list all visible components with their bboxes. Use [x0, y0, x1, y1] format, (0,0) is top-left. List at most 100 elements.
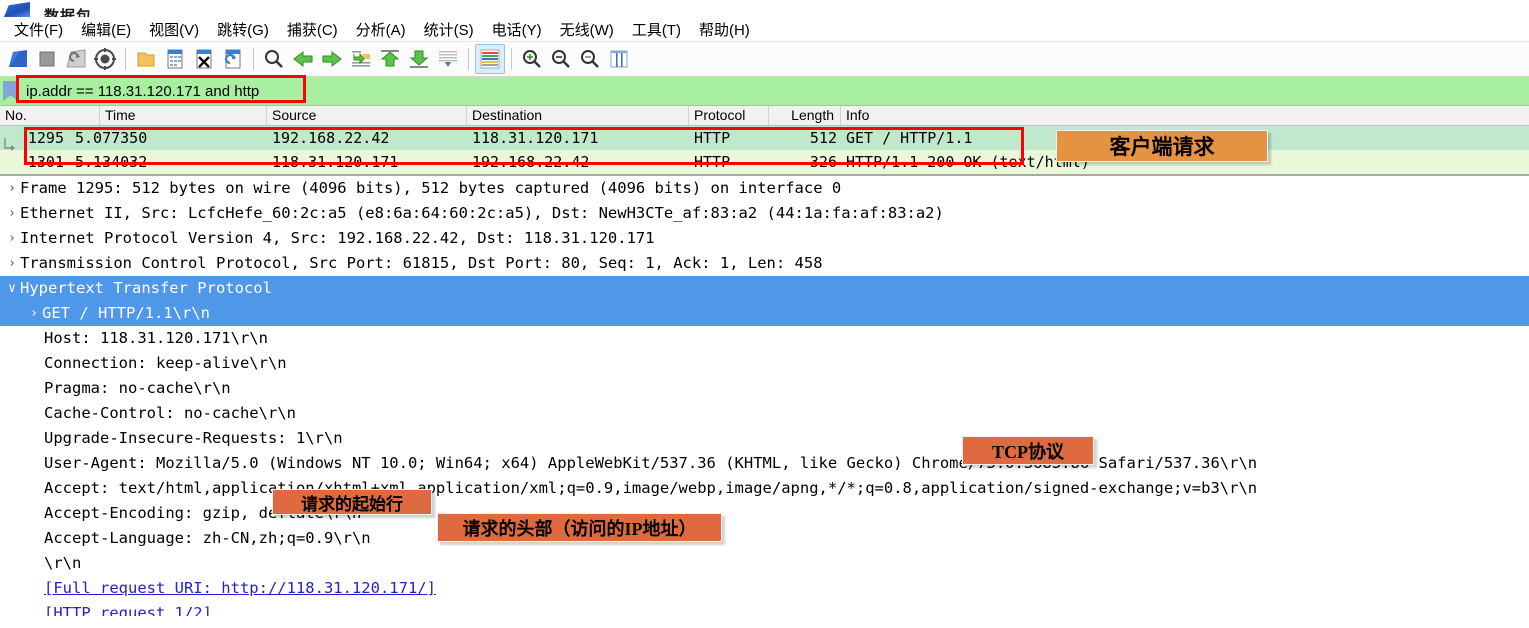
menu-item-label: 工具(T): [631, 21, 681, 39]
packet-cell-source: 192.168.22.42: [272, 129, 390, 147]
packet-cell-length: 326: [809, 153, 837, 171]
detail-tree-label: Internet Protocol Version 4, Src: 192.16…: [20, 229, 655, 247]
column-header-no[interactable]: No.: [0, 106, 100, 125]
detail-tree-row[interactable]: › Ethernet II, Src: LcfcHefe_60:2c:a5 (e8…: [0, 201, 1529, 226]
detail-tree-row[interactable]: › Internet Protocol Version 4, Src: 192.1…: [0, 226, 1529, 251]
detail-tree-label: Cache-Control: no-cache\r\n: [44, 404, 296, 422]
packet-cell-time: 5.134032: [75, 153, 148, 171]
close-file-icon[interactable]: [190, 45, 218, 73]
detail-tree-row[interactable]: [HTTP request 1/2]: [0, 601, 1529, 616]
menu-item-label: 文件(F): [14, 21, 64, 39]
zoom-out-icon[interactable]: [547, 45, 575, 73]
find-packet-icon[interactable]: [260, 45, 288, 73]
column-header-protocol[interactable]: Protocol: [689, 106, 769, 125]
packet-detail-pane[interactable]: › Frame 1295: 512 bytes on wire (4096 bit…: [0, 174, 1529, 616]
menu-item-label: 电话(Y): [491, 21, 542, 39]
detail-tree-label: Connection: keep-alive\r\n: [44, 354, 287, 372]
capture-options-icon[interactable]: [91, 45, 119, 73]
detail-tree-row[interactable]: › Transmission Control Protocol, Src Port…: [0, 251, 1529, 276]
menu-item-label: 捕获(C): [286, 21, 338, 39]
toolbar-separator: [468, 48, 469, 70]
menu-item-10[interactable]: 工具(T): [623, 17, 690, 42]
menu-item-label: 帮助(H): [698, 21, 750, 39]
menu-item-7[interactable]: 统计(S): [415, 17, 483, 42]
title-bar: 数据包: [0, 0, 1529, 17]
display-filter-bar[interactable]: [0, 75, 1529, 106]
filter-bookmark-icon[interactable]: [3, 81, 18, 101]
detail-tree-row[interactable]: ∨ Hypertext Transfer Protocol: [0, 276, 1529, 301]
go-back-icon[interactable]: [289, 45, 317, 73]
column-header-source[interactable]: Source: [267, 106, 467, 125]
detail-tree-row[interactable]: Accept-Encoding: gzip, deflate\r\n: [0, 501, 1529, 526]
detail-tree-row[interactable]: Cache-Control: no-cache\r\n: [0, 401, 1529, 426]
detail-tree-row[interactable]: Accept-Language: zh-CN,zh;q=0.9\r\n: [0, 526, 1529, 551]
annotation-tcp-protocol: TCP协议: [962, 436, 1094, 465]
go-last-packet-icon[interactable]: [405, 45, 433, 73]
go-to-packet-icon[interactable]: [347, 45, 375, 73]
chevron-right-icon[interactable]: ›: [26, 301, 42, 326]
detail-tree-label: Host: 118.31.120.171\r\n: [44, 329, 268, 347]
colorize-packets-icon[interactable]: [475, 44, 505, 74]
detail-tree-row[interactable]: Host: 118.31.120.171\r\n: [0, 326, 1529, 351]
chevron-right-icon[interactable]: ›: [4, 251, 20, 276]
menu-item-label: 跳转(G): [217, 21, 269, 39]
go-first-packet-icon[interactable]: [376, 45, 404, 73]
detail-tree-label: Frame 1295: 512 bytes on wire (4096 bits…: [20, 179, 842, 197]
menu-item-label: 编辑(E): [81, 21, 132, 39]
open-file-icon[interactable]: [132, 45, 160, 73]
menu-item-label: 无线(W): [559, 21, 614, 39]
detail-tree-label: [HTTP request 1/2]: [44, 604, 212, 616]
detail-tree-row[interactable]: › GET / HTTP/1.1\r\n: [0, 301, 1529, 326]
chevron-down-icon[interactable]: ∨: [4, 276, 20, 301]
menu-item-11[interactable]: 帮助(H): [690, 17, 759, 42]
detail-tree-row[interactable]: Upgrade-Insecure-Requests: 1\r\n: [0, 426, 1529, 451]
menu-item-4[interactable]: 跳转(G): [208, 17, 278, 42]
detail-tree-row[interactable]: Pragma: no-cache\r\n: [0, 376, 1529, 401]
display-filter-input[interactable]: [18, 79, 1529, 103]
chevron-right-icon[interactable]: ›: [4, 226, 20, 251]
menu-item-6[interactable]: 分析(A): [347, 17, 415, 42]
column-header-time[interactable]: Time: [100, 106, 267, 125]
toolbar-separator: [125, 48, 126, 70]
packet-cell-destination: 118.31.120.171: [472, 129, 599, 147]
table-row[interactable]: 1295 5.077350 192.168.22.42 118.31.120.171 H…: [0, 126, 1529, 150]
table-row[interactable]: 1301 5.134032 118.31.120.171 192.168.22.42 H…: [0, 150, 1529, 174]
column-header-info[interactable]: Info: [841, 106, 1529, 125]
chevron-right-icon[interactable]: ›: [4, 176, 20, 201]
menu-item-8[interactable]: 电话(Y): [483, 17, 551, 42]
detail-tree-label: Hypertext Transfer Protocol: [20, 279, 272, 297]
detail-tree-label: Accept-Language: zh-CN,zh;q=0.9\r\n: [44, 529, 371, 547]
stop-capture-icon[interactable]: [33, 45, 61, 73]
detail-tree-row[interactable]: Connection: keep-alive\r\n: [0, 351, 1529, 376]
menu-item-5[interactable]: 捕获(C): [278, 17, 347, 42]
menu-item-label: 统计(S): [423, 21, 474, 39]
detail-tree-label: \r\n: [44, 554, 82, 572]
menu-item-3[interactable]: 视图(V): [140, 17, 208, 42]
toolbar-separator: [511, 48, 512, 70]
column-header-length[interactable]: Length: [769, 106, 841, 125]
chevron-right-icon[interactable]: ›: [4, 201, 20, 226]
reload-file-icon[interactable]: [219, 45, 247, 73]
zoom-in-icon[interactable]: [518, 45, 546, 73]
packet-list[interactable]: 1295 5.077350 192.168.22.42 118.31.120.171 H…: [0, 126, 1529, 174]
go-forward-icon[interactable]: [318, 45, 346, 73]
detail-tree-row[interactable]: Accept: text/html,application/xhtml+xml,…: [0, 476, 1529, 501]
detail-tree-row[interactable]: [Full request URI: http://118.31.120.171…: [0, 576, 1529, 601]
detail-tree-row[interactable]: › Frame 1295: 512 bytes on wire (4096 bit…: [0, 176, 1529, 201]
detail-tree-row[interactable]: User-Agent: Mozilla/5.0 (Windows NT 10.0…: [0, 451, 1529, 476]
column-header-destination[interactable]: Destination: [467, 106, 689, 125]
menu-item-9[interactable]: 无线(W): [551, 17, 623, 42]
menu-bar: 文件(F) 编辑(E) 视图(V) 跳转(G) 捕获(C) 分析(A) 统计(S) 电话(Y)…: [0, 17, 1529, 42]
menu-item-1[interactable]: 文件(F): [5, 17, 72, 42]
menu-item-2[interactable]: 编辑(E): [72, 17, 140, 42]
start-capture-icon[interactable]: [4, 45, 32, 73]
restart-capture-icon[interactable]: [62, 45, 90, 73]
save-file-icon[interactable]: [161, 45, 189, 73]
toolbar-separator: [253, 48, 254, 70]
related-packet-arrow-icon: [4, 138, 15, 151]
auto-scroll-icon[interactable]: [434, 45, 462, 73]
packet-cell-protocol: HTTP: [694, 129, 731, 147]
zoom-reset-icon[interactable]: [576, 45, 604, 73]
detail-tree-row[interactable]: \r\n: [0, 551, 1529, 576]
resize-columns-icon[interactable]: [605, 45, 633, 73]
